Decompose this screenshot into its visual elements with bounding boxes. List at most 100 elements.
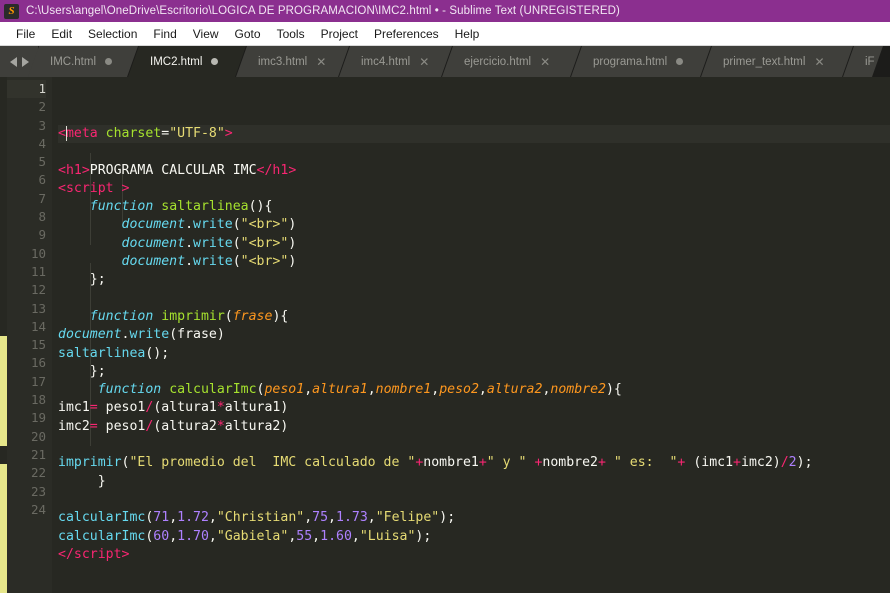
menu-item-file[interactable]: File [8, 25, 43, 43]
menu-item-edit[interactable]: Edit [43, 25, 80, 43]
menu-item-preferences[interactable]: Preferences [366, 25, 447, 43]
code-token: 75 [312, 510, 329, 526]
close-icon[interactable]: ✕ [540, 56, 550, 68]
code-line[interactable]: <h1>PROGRAMA CALCULAR IMC</h1> [58, 162, 890, 180]
menu-item-help[interactable]: Help [447, 25, 488, 43]
code-line[interactable]: saltarlinea(); [58, 345, 890, 363]
line-number: 12 [30, 282, 46, 298]
code-line[interactable]: document.write("<br>") [58, 253, 890, 271]
code-token: imc1 [58, 400, 90, 416]
code-line[interactable] [58, 491, 890, 509]
code-token: . [185, 217, 194, 233]
unsaved-dot-icon[interactable] [211, 58, 218, 65]
menu-item-goto[interactable]: Goto [227, 25, 269, 43]
code-line[interactable] [58, 290, 890, 308]
code-token: , [351, 528, 360, 544]
tab-bar: IMC.html IMC2.html imc3.html ✕ imc4.html ✕ eje… [0, 46, 890, 77]
code-token: , [328, 510, 336, 526]
tab-imc2-html[interactable]: IMC2.html [128, 46, 246, 77]
code-token: script [73, 546, 122, 562]
code-token: peso1 [264, 382, 305, 398]
code-token: nombre2 [542, 455, 598, 471]
code-token: , [367, 382, 376, 398]
menu-item-find[interactable]: Find [145, 25, 184, 43]
line-number: 4 [38, 135, 46, 151]
line-number: 13 [30, 300, 46, 316]
code-line[interactable]: <script > [58, 180, 890, 198]
code-token: imprimir [161, 308, 225, 324]
line-number: 15 [30, 337, 46, 353]
code-line[interactable]: }; [58, 363, 890, 381]
code-content[interactable]: <meta charset="UTF-8"> <h1>PROGRAMA CALC… [52, 77, 890, 593]
tab-programa-html[interactable]: programa.html [571, 46, 711, 77]
code-line[interactable]: document.write("<br>") [58, 235, 890, 253]
code-line[interactable]: calcularImc(60,1.70,"Gabiela",55,1.60,"L… [58, 528, 890, 546]
code-line[interactable]: function imprimir(frase){ [58, 308, 890, 326]
window-title: C:\Users\angel\OneDrive\Escritorio\LOGIC… [26, 5, 620, 17]
menu-item-selection[interactable]: Selection [80, 25, 145, 43]
line-number: 19 [30, 410, 46, 426]
code-token: > [81, 162, 90, 178]
unsaved-dot-icon[interactable] [105, 58, 112, 65]
editor-area[interactable]: 1 2 3 4 5 6 7 8 9 10 11 12 13 14 15 16 17 18 19 20 21 22 23 24 … [0, 77, 890, 593]
code-line[interactable]: } [58, 473, 890, 491]
close-icon[interactable]: ✕ [419, 56, 429, 68]
code-token: , [367, 510, 376, 526]
code-token: altura1 [312, 382, 368, 398]
code-token: imc2 [58, 418, 90, 434]
code-line[interactable]: imc1= peso1/(altura1*altura1) [58, 399, 890, 417]
code-token: h1 [272, 162, 289, 178]
tab-label: iF [865, 55, 875, 68]
close-icon[interactable]: ✕ [316, 56, 326, 68]
code-token: write [193, 217, 233, 233]
code-token: saltarlinea [161, 199, 249, 215]
code-line[interactable]: calcularImc(71,1.72,"Christian",75,1.73,… [58, 509, 890, 527]
code-token: h1 [65, 162, 82, 178]
code-line[interactable]: }; [58, 271, 890, 289]
title-bar: S C:\Users\angel\OneDrive\Escritorio\LOG… [0, 0, 890, 22]
tab-imc4-html[interactable]: imc4.html ✕ [339, 46, 452, 77]
code-token: < [58, 126, 66, 141]
code-token: ( [232, 235, 241, 251]
code-token: ) [288, 235, 297, 251]
code-token: * [216, 400, 225, 416]
code-line[interactable]: function saltarlinea(){ [58, 198, 890, 216]
code-line[interactable]: </script> [58, 546, 890, 564]
menu-item-tools[interactable]: Tools [269, 25, 313, 43]
code-token: </ [256, 162, 273, 178]
code-token: , [304, 510, 313, 526]
code-line[interactable]: <meta charset="UTF-8"> [58, 125, 890, 144]
tab-primer-text-html[interactable]: primer_text.html ✕ [701, 46, 853, 77]
left-arrow-icon[interactable] [9, 56, 17, 67]
menu-item-project[interactable]: Project [313, 25, 366, 43]
code-token: calcularImc [169, 382, 257, 398]
line-number: 9 [38, 227, 46, 243]
code-line[interactable]: imc2= peso1/(altura2*altura2) [58, 418, 890, 436]
right-arrow-icon[interactable] [21, 56, 29, 67]
code-line[interactable] [58, 143, 890, 161]
code-token: "Luisa" [359, 528, 416, 544]
tab-imc-html[interactable]: IMC.html [28, 46, 138, 77]
code-line[interactable]: document.write(frase) [58, 326, 890, 344]
code-line[interactable]: imprimir("El promedio del IMC calculado … [58, 454, 890, 472]
code-token: meta [65, 126, 98, 141]
code-token: calcularImc [58, 510, 146, 526]
tab-ejercicio-html[interactable]: ejercicio.html ✕ [442, 46, 581, 77]
code-line[interactable]: function calcularImc(peso1,altura1,nombr… [58, 381, 890, 399]
close-icon[interactable]: ✕ [814, 56, 824, 68]
line-number: 16 [30, 355, 46, 371]
code-token: 1.72 [177, 510, 209, 526]
code-line[interactable] [58, 436, 890, 454]
tab-imc3-html[interactable]: imc3.html ✕ [236, 46, 349, 77]
line-number: 5 [38, 154, 46, 170]
menu-item-view[interactable]: View [185, 25, 227, 43]
code-token: altura1 [161, 400, 217, 416]
code-token: imc2 [741, 455, 773, 471]
code-line[interactable]: document.write("<br>") [58, 216, 890, 234]
unsaved-dot-icon[interactable] [676, 58, 683, 65]
code-token: "Felipe" [375, 510, 440, 526]
code-token: * [216, 418, 225, 434]
